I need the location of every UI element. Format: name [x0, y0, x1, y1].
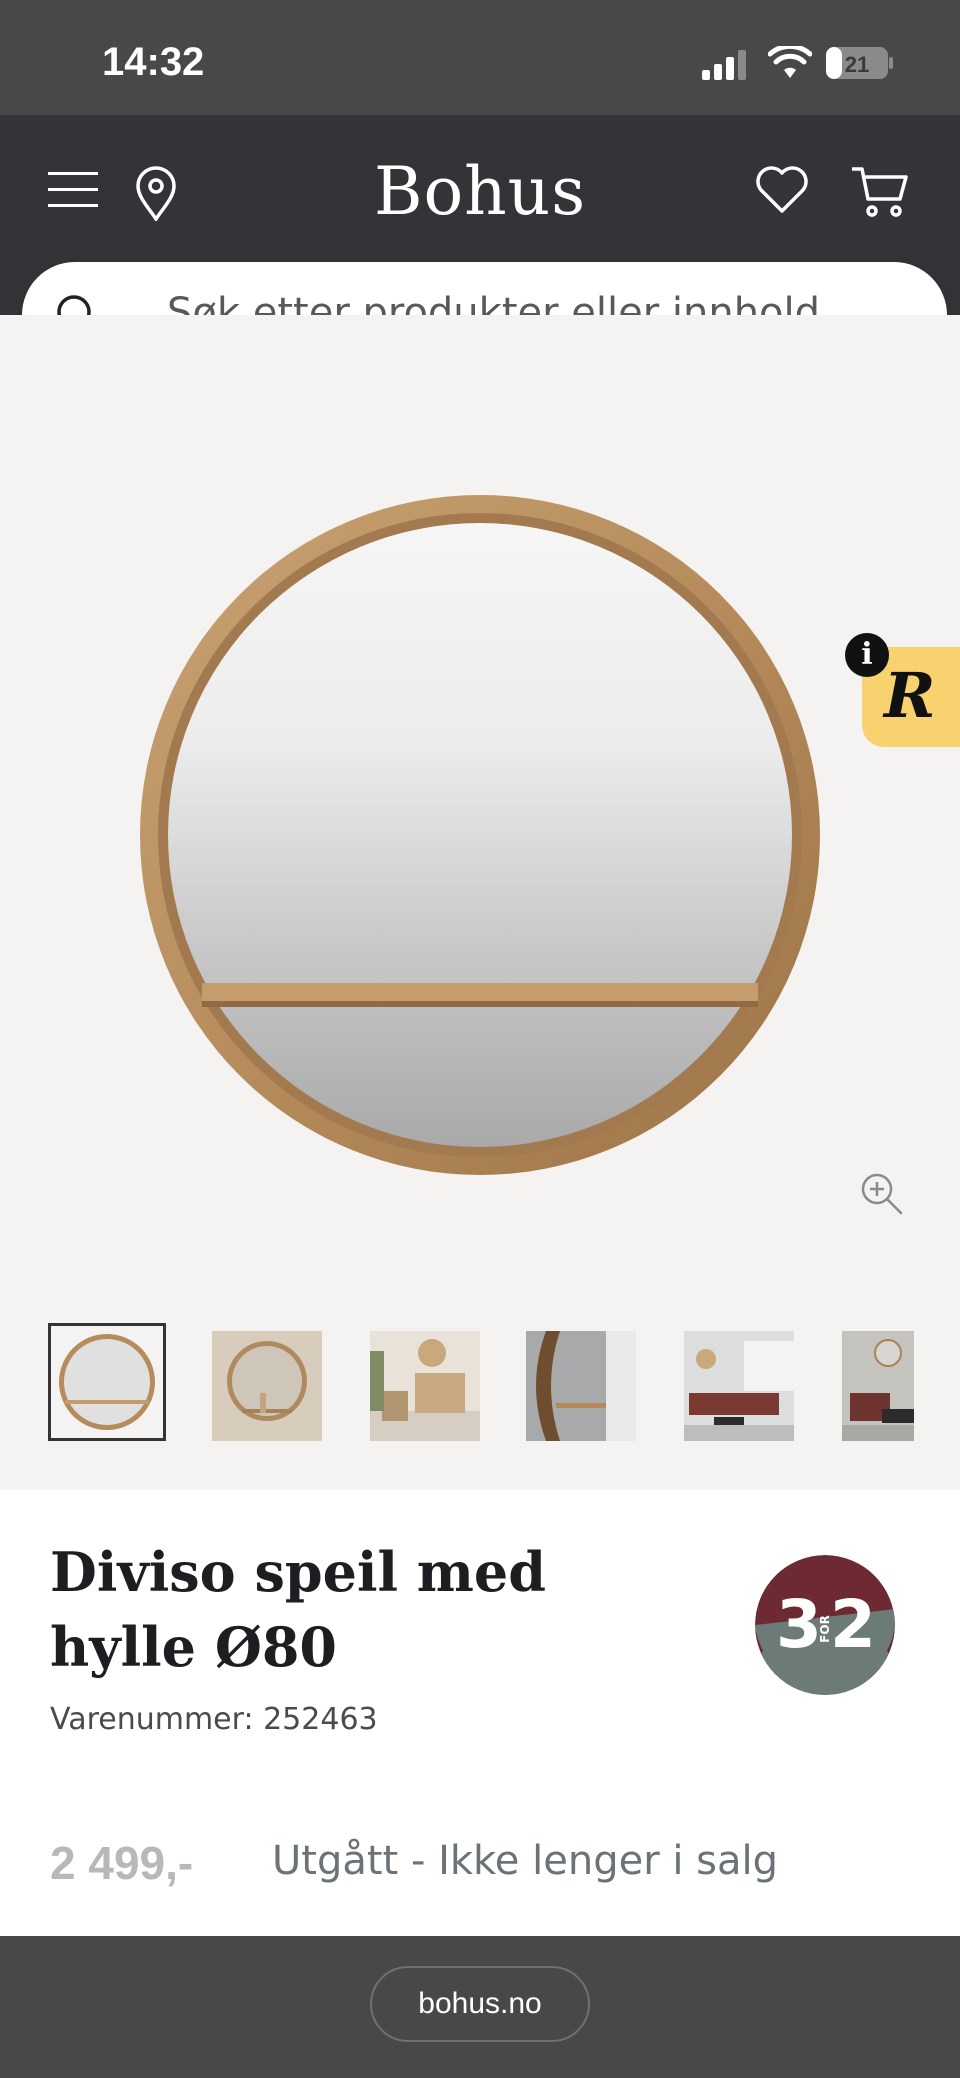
thumbnail-1[interactable]	[48, 1323, 166, 1441]
url-bar[interactable]: bohus.no	[370, 1966, 590, 2042]
promo-big-number: 3	[776, 1586, 822, 1663]
product-title: Diviso speil med hylle Ø80	[50, 1540, 547, 1679]
battery-icon: 21	[826, 47, 893, 79]
status-time: 14:32	[102, 40, 205, 84]
info-icon[interactable]: i	[845, 633, 889, 677]
thumbnail-2[interactable]	[212, 1331, 322, 1441]
promo-second-number: 2	[830, 1586, 876, 1663]
site-logo[interactable]: Bohus	[360, 153, 600, 230]
product-image[interactable]	[130, 495, 830, 1195]
thumbnail-interior-image	[842, 1331, 914, 1441]
thumbnail-5[interactable]	[684, 1331, 794, 1441]
product-gallery: R i	[0, 315, 960, 1490]
thumbnail-strip	[48, 1323, 960, 1445]
product-status: Utgått - Ikke lenger i salg	[272, 1838, 779, 1884]
wifi-icon	[768, 46, 812, 78]
thumbnail-6[interactable]	[842, 1331, 914, 1441]
battery-level: 21	[845, 52, 869, 77]
zoom-in-icon[interactable]	[858, 1170, 904, 1216]
promo-3-for-2-badge: 3 FOR 2	[755, 1555, 895, 1695]
thumbnail-livingroom-image	[684, 1331, 794, 1441]
product-sku: Varenummer: 252463	[50, 1702, 378, 1737]
r-logo-icon: R	[884, 659, 936, 732]
browser-bottom-bar: bohus.no	[0, 1936, 960, 2078]
thumbnail-styled-image	[212, 1331, 322, 1441]
thumbnail-mirror-image	[59, 1334, 155, 1430]
heart-icon[interactable]	[755, 165, 809, 215]
thumbnail-room-image	[370, 1331, 480, 1441]
menu-icon[interactable]	[48, 170, 98, 210]
location-pin-icon[interactable]	[134, 165, 178, 221]
cart-icon[interactable]	[850, 163, 910, 219]
status-bar: 14:32 21	[0, 0, 960, 115]
thumbnail-closeup-image	[526, 1331, 636, 1441]
thumbnail-3[interactable]	[370, 1331, 480, 1441]
product-price: 2 499,-	[50, 1837, 194, 1889]
signal-icon	[702, 50, 746, 80]
thumbnail-4[interactable]	[526, 1331, 636, 1441]
